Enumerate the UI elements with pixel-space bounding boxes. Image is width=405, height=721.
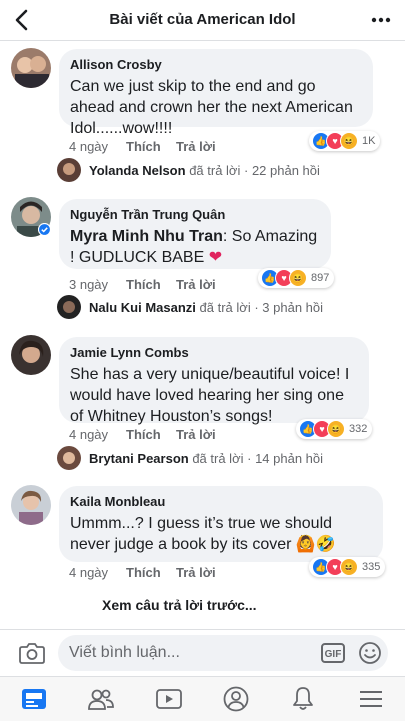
reaction-summary[interactable]: 👍 ♥ 😆 1K	[309, 131, 381, 151]
avatar[interactable]	[11, 485, 51, 525]
page-title: Bài viết của American Idol	[109, 11, 296, 28]
profile-icon[interactable]	[222, 685, 250, 713]
like-button[interactable]: Thích	[126, 427, 161, 442]
comment-time: 4 ngày	[69, 427, 109, 442]
replied-label: đã trả lời	[189, 163, 241, 178]
reaction-count: 1K	[362, 135, 376, 147]
comment-text: Ummm...? I guess it’s true we should nev…	[70, 513, 371, 555]
reaction-summary[interactable]: 👍 ♥ 😆 897	[258, 268, 335, 288]
friends-icon[interactable]	[87, 685, 115, 713]
separator: ·	[247, 451, 252, 466]
reaction-count: 332	[349, 423, 368, 435]
comment-text: Myra Minh Nhu Tran: So Amazing ! GUDLUCK…	[70, 226, 319, 268]
reply-button[interactable]: Trả lời	[176, 277, 216, 292]
grin-emoji-icon: 🤣	[315, 536, 336, 553]
comment-author[interactable]: Nguyễn Trần Trung Quân	[70, 207, 319, 223]
reply-button[interactable]: Trả lời	[176, 565, 216, 580]
reply-count: 3 phản hồi	[262, 300, 324, 315]
bottom-tab-bar	[0, 676, 405, 721]
menu-icon[interactable]	[357, 685, 385, 713]
view-previous-replies-link[interactable]: Xem câu trả lời trước...	[102, 597, 257, 613]
reply-count: 14 phản hồi	[255, 451, 324, 466]
haha-reaction-icon: 😆	[327, 420, 345, 438]
haha-reaction-icon: 😆	[340, 132, 358, 150]
woman-emoji-icon: 🙆	[295, 536, 316, 553]
separator: ·	[254, 300, 259, 315]
haha-reaction-icon: 😆	[340, 558, 358, 576]
like-button[interactable]: Thích	[126, 565, 161, 580]
replied-label: đã trả lời	[192, 451, 244, 466]
reaction-count: 897	[311, 272, 330, 284]
separator: ·	[243, 163, 249, 178]
comment-text: She has a very unique/beautiful voice! I…	[70, 366, 350, 425]
watch-icon[interactable]	[155, 685, 183, 713]
heart-emoji-icon: ❤	[204, 249, 223, 266]
comment-body: Ummm...? I guess it’s true we should nev…	[70, 515, 333, 553]
avatar	[57, 446, 81, 470]
avatar	[57, 158, 81, 182]
replies-summary[interactable]: Nalu Kui Masanzi đã trả lời · 3 phản hồi	[57, 295, 387, 321]
comment-bubble[interactable]: Nguyễn Trần Trung Quân Myra Minh Nhu Tra…	[59, 199, 331, 269]
comment-author[interactable]: Allison Crosby	[70, 57, 361, 73]
more-icon[interactable]	[371, 10, 391, 30]
like-button[interactable]: Thích	[126, 277, 161, 292]
reply-button[interactable]: Trả lời	[176, 427, 216, 442]
comment-bubble[interactable]: Jamie Lynn Combs She has a very unique/b…	[59, 337, 369, 425]
top-bar: Bài viết của American Idol	[0, 0, 405, 41]
replier-name: Nalu Kui Masanzi	[89, 300, 196, 315]
replier-name: Brytani Pearson	[89, 451, 189, 466]
gif-icon[interactable]: GIF	[321, 643, 345, 663]
avatar[interactable]	[11, 48, 51, 88]
reply-count: 22 phản hồi	[251, 163, 320, 178]
replier-name: Yolanda Nelson	[89, 163, 186, 178]
mention-link[interactable]: Myra Minh Nhu Tran	[70, 228, 223, 245]
reaction-summary[interactable]: 👍 ♥ 😆 335	[309, 557, 386, 577]
emoji-icon[interactable]	[358, 641, 382, 665]
replies-summary[interactable]: Brytani Pearson đã trả lời · 14 phản hồi	[57, 446, 387, 472]
verified-badge-icon	[38, 223, 51, 236]
avatar[interactable]	[11, 335, 51, 375]
comment-bubble[interactable]: Kaila Monbleau Ummm...? I guess it’s tru…	[59, 486, 383, 562]
reaction-count: 335	[362, 561, 381, 573]
replied-label: đã trả lời	[199, 300, 251, 315]
comment-time: 4 ngày	[69, 565, 109, 580]
haha-reaction-icon: 😆	[289, 269, 307, 287]
reply-button[interactable]: Trả lời	[176, 139, 216, 154]
comment-time: 3 ngày	[69, 277, 109, 292]
avatar	[57, 295, 81, 319]
like-button[interactable]: Thích	[126, 139, 161, 154]
comment-placeholder: Viết bình luận...	[69, 644, 180, 661]
comment-text: Can we just skip to the end and go ahead…	[70, 78, 353, 137]
notifications-icon[interactable]	[289, 685, 317, 713]
replies-summary[interactable]: Yolanda Nelson đã trả lời · 22 phản hồi	[57, 158, 387, 184]
comment-input[interactable]: Viết bình luận... GIF	[58, 635, 388, 671]
news-feed-icon[interactable]	[20, 685, 48, 713]
comment-composer: Viết bình luận... GIF	[0, 629, 405, 676]
comment-author[interactable]: Jamie Lynn Combs	[70, 345, 357, 361]
reaction-summary[interactable]: 👍 ♥ 😆 332	[296, 419, 373, 439]
comment-time: 4 ngày	[69, 139, 109, 154]
camera-icon[interactable]	[19, 642, 45, 664]
comment-author[interactable]: Kaila Monbleau	[70, 494, 371, 510]
comment-bubble[interactable]: Allison Crosby Can we just skip to the e…	[59, 49, 373, 137]
